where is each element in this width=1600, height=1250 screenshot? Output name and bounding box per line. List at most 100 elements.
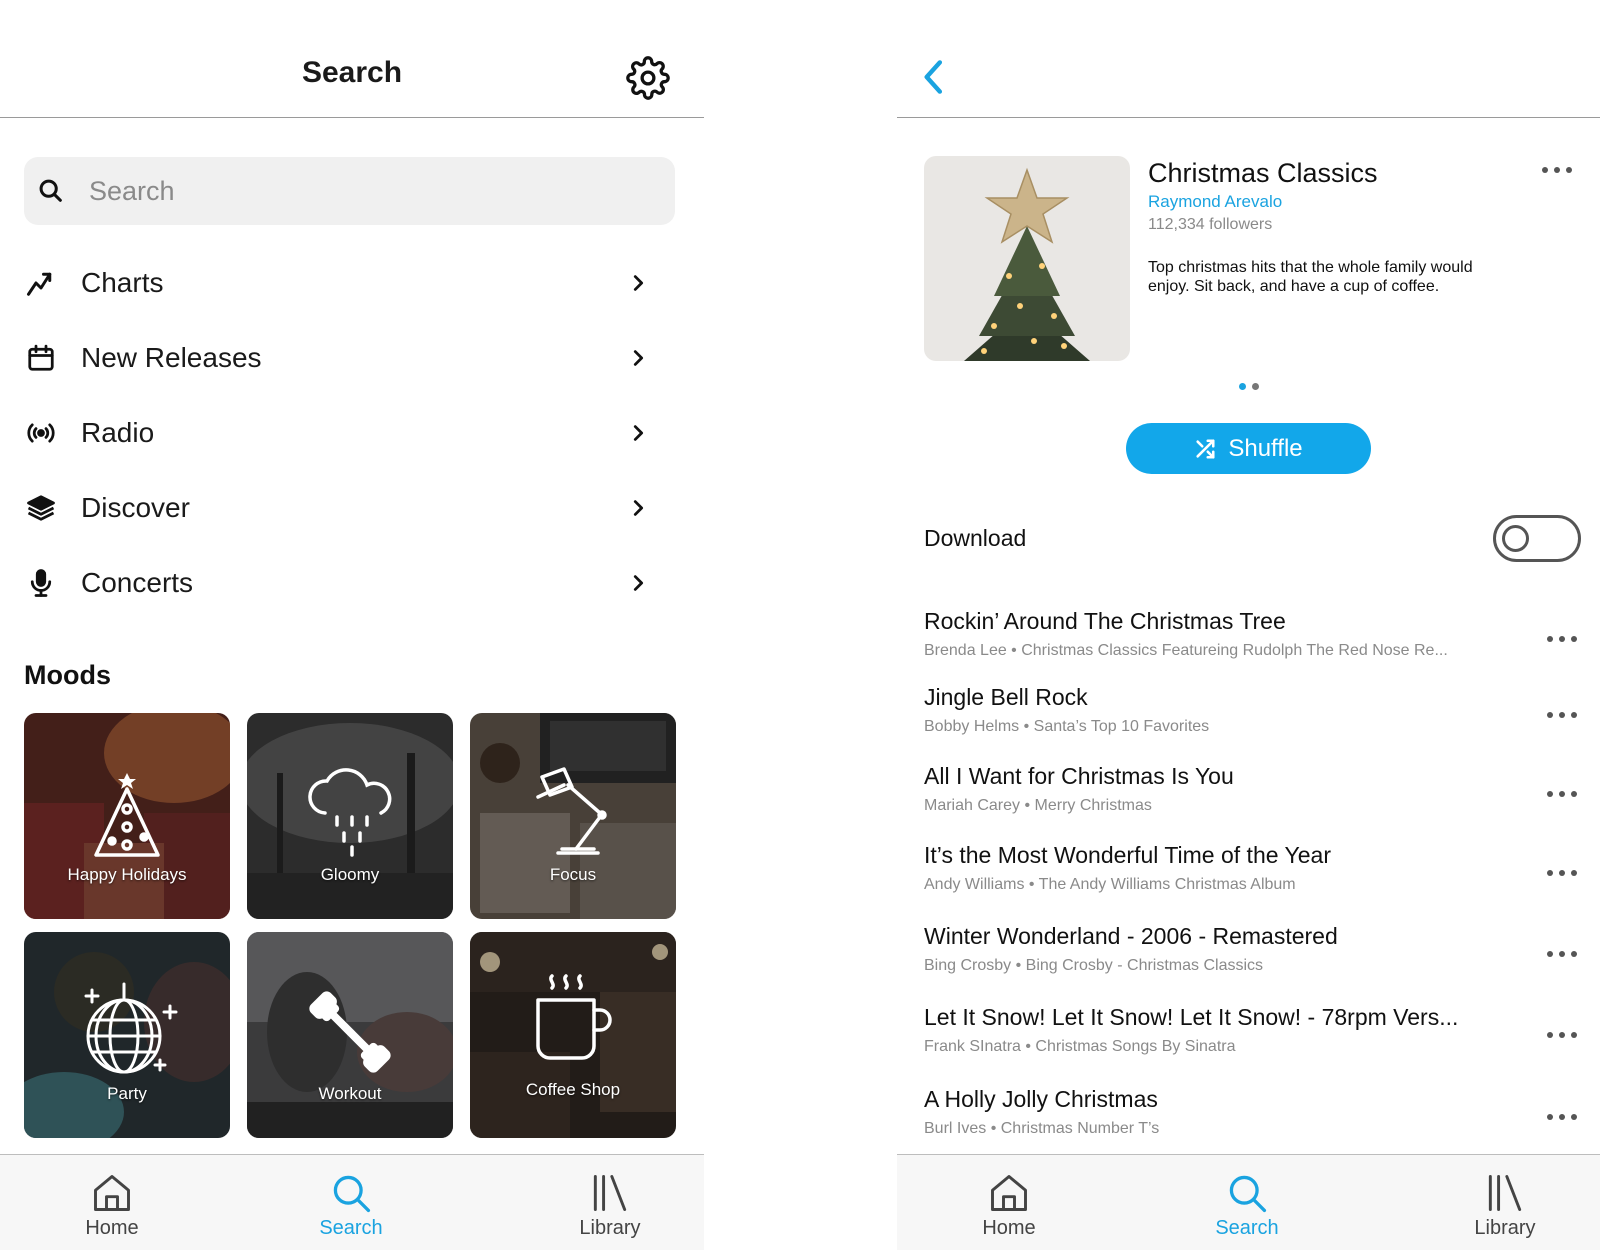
track-title: Let It Snow! Let It Snow! Let It Snow! -… (924, 1004, 1459, 1030)
track-subtitle: Bing Crosby • Bing Crosby - Christmas Cl… (924, 957, 1264, 974)
playlist-owner-link[interactable]: Raymond Arevalo (1148, 192, 1282, 212)
track-subtitle: Burl Ives • Christmas Number T’s (924, 1120, 1160, 1137)
track-title: All I Want for Christmas Is You (924, 763, 1234, 789)
library-icon (1488, 1175, 1522, 1211)
playlist-title: Christmas Classics (1148, 158, 1378, 188)
tab-search[interactable]: Search (291, 1155, 411, 1250)
tab-home[interactable]: Home (949, 1155, 1069, 1250)
nav-item-concerts[interactable]: Concerts (24, 552, 675, 614)
coffee-cup-icon (536, 974, 612, 1060)
more-options-icon[interactable] (1537, 158, 1577, 182)
more-options-icon[interactable] (1542, 632, 1582, 646)
mood-label: Workout (318, 1084, 382, 1103)
track-row[interactable]: It’s the Most Wonderful Time of the Year… (924, 842, 1594, 904)
mood-tile-gloomy[interactable]: Gloomy (247, 713, 453, 919)
chevron-right-icon (633, 275, 644, 291)
search-field[interactable] (24, 157, 675, 225)
tab-home[interactable]: Home (52, 1155, 172, 1250)
track-row[interactable]: All I Want for Christmas Is You Mariah C… (924, 763, 1594, 825)
library-icon (593, 1175, 627, 1211)
mood-label: Gloomy (320, 865, 380, 884)
mood-label: Coffee Shop (525, 1080, 621, 1099)
home-icon (991, 1175, 1027, 1211)
track-row[interactable]: Winter Wonderland - 2006 - Remastered Bi… (924, 923, 1594, 985)
page-dot-active (1239, 383, 1246, 390)
mood-tile-coffee-shop[interactable]: Coffee Shop (470, 932, 676, 1138)
mood-tile-happy-holidays[interactable]: Happy Holidays (24, 713, 230, 919)
tab-label: Home (982, 1217, 1036, 1239)
track-title: Winter Wonderland - 2006 - Remastered (924, 923, 1338, 949)
tab-bar: Home Search Library (0, 1154, 704, 1250)
playlist-header (897, 0, 1600, 118)
track-row[interactable]: A Holly Jolly Christmas Burl Ives • Chri… (924, 1086, 1594, 1148)
track-row[interactable]: Jingle Bell Rock Bobby Helms • Santa’s T… (924, 684, 1594, 746)
chevron-right-icon (633, 575, 644, 591)
microphone-icon (24, 566, 58, 600)
mood-tile-party[interactable]: Party (24, 932, 230, 1138)
search-screen: Search Charts New Releases Radio (0, 0, 704, 1250)
nav-item-discover[interactable]: Discover (24, 477, 675, 539)
more-options-icon[interactable] (1542, 1028, 1582, 1042)
disco-ball-icon (84, 982, 178, 1074)
chevron-right-icon (633, 350, 644, 366)
mood-tile-focus[interactable]: Focus (470, 713, 676, 919)
desk-lamp-icon (536, 767, 607, 855)
track-subtitle: Mariah Carey • Merry Christmas (924, 797, 1152, 814)
track-row[interactable]: Rockin’ Around The Christmas Tree Brenda… (924, 608, 1594, 670)
nav-item-label: New Releases (81, 342, 262, 373)
tab-label: Library (579, 1217, 641, 1239)
home-icon (94, 1175, 130, 1211)
more-options-icon[interactable] (1542, 947, 1582, 961)
tab-bar: Home Search Library (897, 1154, 1600, 1250)
search-input[interactable] (89, 175, 629, 207)
moods-heading: Moods (24, 660, 111, 690)
search-icon (39, 179, 62, 202)
more-options-icon[interactable] (1542, 787, 1582, 801)
track-subtitle: Frank SInatra • Christmas Songs By Sinat… (924, 1038, 1236, 1055)
nav-item-label: Charts (81, 267, 164, 298)
shuffle-icon (1196, 438, 1215, 459)
playlist-screen: Christmas Classics Raymond Arevalo 112,3… (897, 0, 1600, 1250)
tab-label: Library (1474, 1217, 1536, 1239)
mood-label: Party (107, 1084, 147, 1103)
chevron-right-icon (633, 425, 644, 441)
more-options-icon[interactable] (1542, 708, 1582, 722)
christmas-tree-icon (94, 773, 160, 857)
shuffle-button[interactable]: Shuffle (1126, 423, 1371, 474)
tab-library[interactable]: Library (550, 1155, 670, 1250)
track-row[interactable]: Let It Snow! Let It Snow! Let It Snow! -… (924, 1004, 1594, 1066)
page-title: Search (301, 56, 403, 89)
rain-cloud-icon (308, 768, 392, 857)
chevron-left-icon[interactable] (919, 58, 949, 96)
tab-label: Search (319, 1217, 383, 1239)
nav-item-label: Discover (81, 492, 190, 523)
nav-item-new-releases[interactable]: New Releases (24, 327, 675, 389)
more-options-icon[interactable] (1542, 866, 1582, 880)
nav-item-charts[interactable]: Charts (24, 252, 675, 314)
track-title: Jingle Bell Rock (924, 684, 1088, 710)
shuffle-label: Shuffle (1228, 434, 1303, 462)
nav-item-label: Concerts (81, 567, 194, 598)
tab-search[interactable]: Search (1187, 1155, 1307, 1250)
track-title: It’s the Most Wonderful Time of the Year (924, 842, 1331, 868)
mood-label: Focus (549, 865, 597, 884)
track-subtitle: Bobby Helms • Santa’s Top 10 Favorites (924, 718, 1210, 735)
playlist-cover (924, 156, 1130, 361)
track-subtitle: Brenda Lee • Christmas Classics Featurei… (924, 642, 1448, 659)
gear-icon[interactable] (626, 56, 670, 100)
more-options-icon[interactable] (1542, 1110, 1582, 1124)
broadcast-icon (24, 416, 58, 450)
nav-item-radio[interactable]: Radio (24, 402, 675, 464)
download-label: Download (924, 525, 1027, 551)
trending-up-icon (24, 266, 58, 300)
track-title: Rockin’ Around The Christmas Tree (924, 608, 1286, 634)
tab-library[interactable]: Library (1445, 1155, 1565, 1250)
track-title: A Holly Jolly Christmas (924, 1086, 1158, 1112)
tab-label: Home (85, 1217, 139, 1239)
mood-label: Happy Holidays (67, 865, 187, 884)
dumbbell-icon (309, 991, 391, 1073)
download-toggle[interactable] (1493, 515, 1581, 562)
toggle-knob (1502, 525, 1529, 552)
mood-tile-workout[interactable]: Workout (247, 932, 453, 1138)
layers-icon (24, 491, 58, 525)
